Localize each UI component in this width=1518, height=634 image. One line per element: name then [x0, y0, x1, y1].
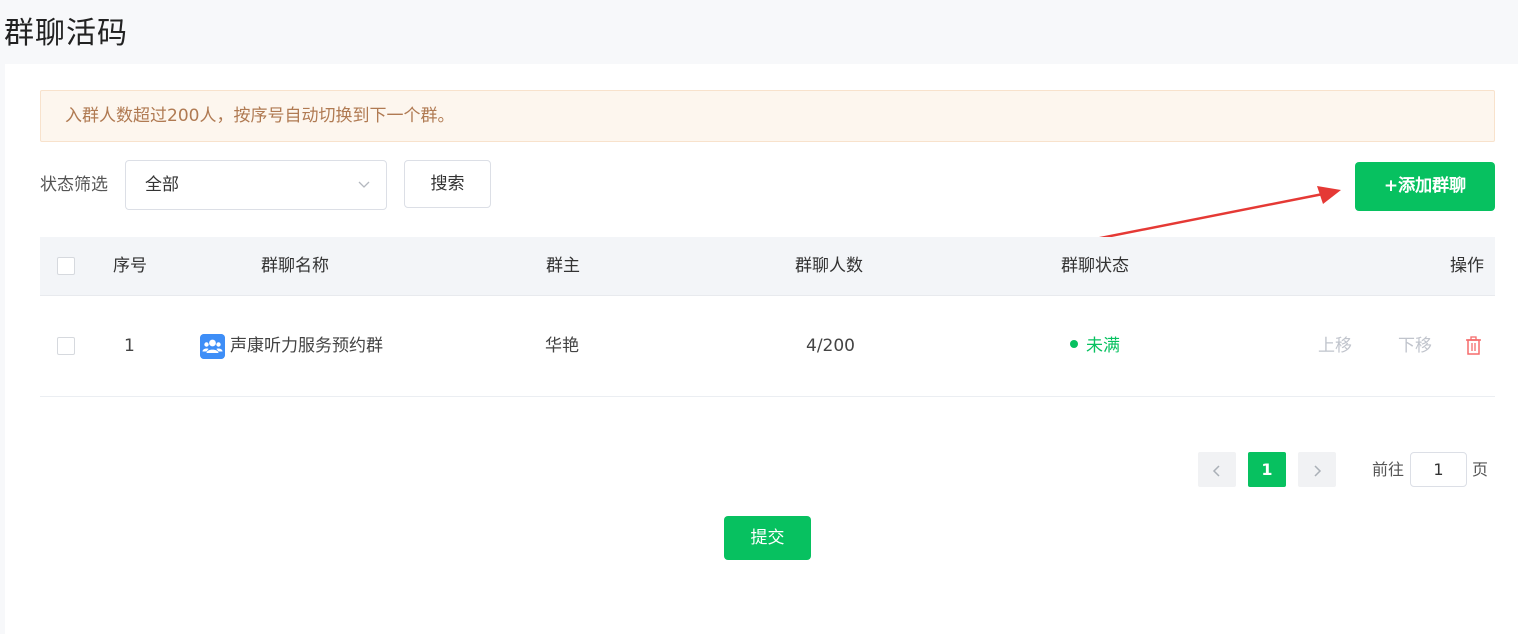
- header-index: 序号: [113, 256, 147, 276]
- group-users-icon: [200, 334, 225, 359]
- row-status: 未满: [1070, 334, 1120, 358]
- header-actions: 操作: [1450, 256, 1484, 276]
- header-name: 群聊名称: [261, 256, 329, 276]
- main-card: 入群人数超过200人，按序号自动切换到下一个群。 状态筛选 全部 搜索 +添加群…: [5, 64, 1518, 634]
- add-group-chat-button[interactable]: +添加群聊: [1355, 162, 1495, 211]
- move-down-button[interactable]: 下移: [1398, 334, 1432, 358]
- header-owner: 群主: [546, 256, 580, 276]
- header-status: 群聊状态: [1061, 256, 1129, 276]
- submit-button[interactable]: 提交: [724, 516, 811, 560]
- status-dot-icon: [1070, 340, 1078, 348]
- row-owner: 华艳: [545, 336, 579, 356]
- row-group-name: 声康听力服务预约群: [230, 336, 383, 356]
- goto-page-input[interactable]: 1: [1410, 452, 1467, 487]
- page-title: 群聊活码: [4, 16, 128, 51]
- page-number-1[interactable]: 1: [1248, 452, 1286, 487]
- status-filter-label: 状态筛选: [40, 175, 108, 195]
- goto-suffix: 页: [1472, 460, 1489, 479]
- table-row: 1 声康听力服务预约群 华艳 4/200 未满 上移 下移: [40, 296, 1495, 397]
- row-members: 4/200: [806, 336, 855, 356]
- row-status-text: 未满: [1086, 336, 1120, 356]
- table-header: 序号 群聊名称 群主 群聊人数 群聊状态 操作: [40, 237, 1495, 296]
- row-checkbox[interactable]: [57, 337, 75, 355]
- trash-icon[interactable]: [1465, 336, 1482, 355]
- status-filter-select[interactable]: 全部: [125, 160, 387, 210]
- select-all-checkbox[interactable]: [57, 257, 75, 275]
- notice-banner: 入群人数超过200人，按序号自动切换到下一个群。: [40, 90, 1495, 142]
- chevron-down-icon: [358, 181, 370, 188]
- next-page-button[interactable]: [1298, 452, 1336, 487]
- search-button[interactable]: 搜索: [404, 160, 491, 208]
- move-up-button[interactable]: 上移: [1318, 334, 1352, 358]
- header-members: 群聊人数: [795, 256, 863, 276]
- row-index: 1: [124, 336, 135, 356]
- chevron-right-icon: [1314, 464, 1322, 477]
- goto-prefix: 前往: [1372, 460, 1405, 479]
- status-filter-value: 全部: [145, 175, 179, 195]
- chevron-left-icon: [1212, 464, 1220, 477]
- prev-page-button[interactable]: [1198, 452, 1236, 487]
